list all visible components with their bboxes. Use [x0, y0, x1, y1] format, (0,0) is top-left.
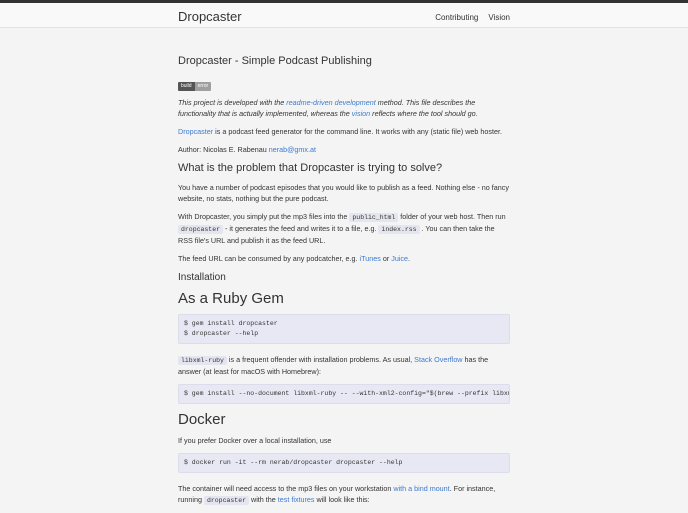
author-paragraph: Author: Nicolas E. Rabenau nerab@gmx.at [178, 144, 510, 155]
nav-link-vision[interactable]: Vision [488, 13, 510, 22]
p2-text-b: folder of your web host. Then run [398, 212, 506, 221]
p3-text-a: The feed URL can be consumed by any podc… [178, 254, 360, 263]
nav-link-contributing[interactable]: Contributing [435, 13, 478, 22]
code-libxml-ruby: libxml-ruby [178, 356, 227, 365]
intro-text-c: reflects where the tool should go. [370, 109, 478, 118]
problem-paragraph-3: The feed URL can be consumed by any podc… [178, 253, 510, 264]
docker-run-code: $ docker run -it --rm nerab/dropcaster d… [178, 453, 510, 473]
code-dropcaster: dropcaster [178, 225, 224, 234]
main-content: Dropcaster - Simple Podcast Publishing b… [178, 28, 510, 513]
readme-driven-link[interactable]: readme-driven development [286, 98, 376, 107]
docker-heading: Docker [178, 411, 226, 428]
badge-label: build [178, 82, 195, 91]
code-index-rss: index.rss [378, 225, 420, 234]
bind-mount-link[interactable]: with a bind mount [393, 484, 449, 493]
code-public-html: public_html [349, 213, 399, 222]
top-navbar: Dropcaster Contributing Vision [0, 0, 688, 28]
gem-install-code: $ gem install dropcaster $ dropcaster --… [178, 314, 510, 344]
itunes-link[interactable]: iTunes [360, 254, 381, 263]
p3-text-c: . [408, 254, 411, 263]
dropcaster-link[interactable]: Dropcaster [178, 127, 213, 136]
p2-text-c: - it generates the feed and writes it to… [223, 224, 379, 233]
docker-paragraph-2: The container will need access to the mp… [178, 483, 510, 506]
brand-link[interactable]: Dropcaster [178, 9, 242, 24]
problem-heading: What is the problem that Dropcaster is t… [178, 162, 443, 174]
libxml-paragraph: libxml-ruby is a frequent offender with … [178, 354, 510, 377]
description-text: is a podcast feed generator for the comm… [213, 127, 502, 136]
libxml-text-a: is a frequent offender with installation… [226, 355, 415, 364]
stack-overflow-link[interactable]: Stack Overflow [414, 355, 462, 364]
docker-paragraph-1: If you prefer Docker over a local instal… [178, 436, 332, 445]
problem-paragraph-2: With Dropcaster, you simply put the mp3 … [178, 211, 510, 246]
docker-text-a: The container will need access to the mp… [178, 484, 394, 493]
p3-text-b: or [380, 254, 392, 263]
ruby-gem-heading: As a Ruby Gem [178, 290, 284, 307]
test-fixtures-link[interactable]: test fixtures [278, 495, 315, 504]
juice-link[interactable]: Juice [391, 254, 408, 263]
author-email-link[interactable]: nerab@gmx.at [269, 145, 316, 154]
intro-text-a: This project is developed with the [178, 98, 287, 107]
docker-text-c: with the [249, 495, 278, 504]
p2-text-a: With Dropcaster, you simply put the mp3 … [178, 212, 350, 221]
vision-link[interactable]: vision [352, 109, 370, 118]
description-paragraph: Dropcaster is a podcast feed generator f… [178, 126, 510, 137]
problem-paragraph-1: You have a number of podcast episodes th… [178, 183, 509, 203]
installation-heading: Installation [178, 272, 226, 283]
build-status-badge[interactable]: build error [178, 82, 212, 91]
badge-status: error [194, 82, 212, 91]
libxml-install-code: $ gem install --no-document libxml-ruby … [178, 384, 510, 404]
intro-paragraph: This project is developed with the readm… [178, 97, 510, 119]
code-dropcaster-2: dropcaster [203, 496, 249, 505]
docker-text-d: will look like this: [314, 495, 370, 504]
author-label: Author: Nicolas E. Rabenau [178, 145, 269, 154]
page-title: Dropcaster - Simple Podcast Publishing [178, 55, 372, 67]
nav-links: Contributing Vision [435, 13, 510, 22]
